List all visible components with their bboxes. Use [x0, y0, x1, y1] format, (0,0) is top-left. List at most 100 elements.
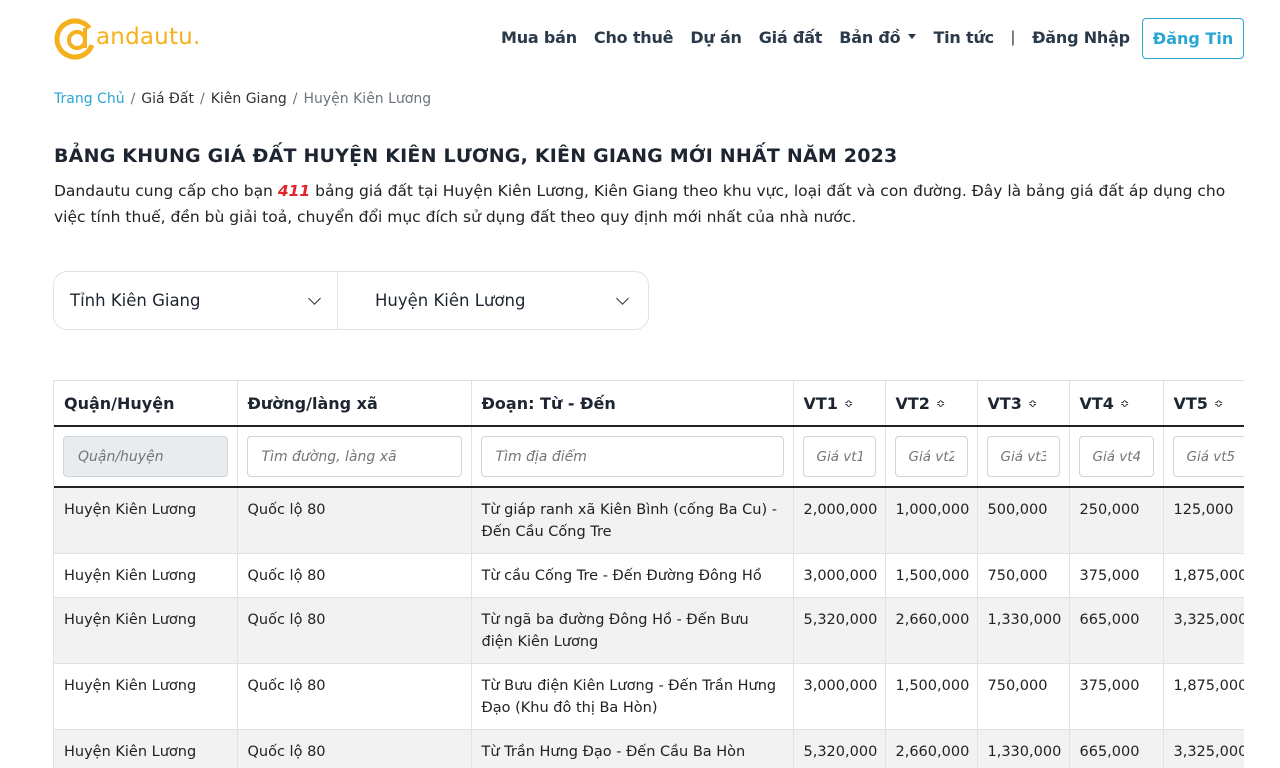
cell-vt2: 2,660,000 — [885, 597, 978, 664]
street-filter-input[interactable] — [246, 436, 462, 477]
intro-text: Dandautu cung cấp cho bạn 411 bảng giá đ… — [54, 178, 1234, 230]
cell-vt3: 750,000 — [977, 553, 1070, 598]
col-header-vt1-label: VT1 — [803, 394, 838, 413]
cell-vt2: 1,000,000 — [885, 487, 978, 554]
cell-vt2: 2,660,000 — [885, 729, 978, 768]
cell-vt1: 5,320,000 — [793, 729, 886, 768]
cell-vt3: 500,000 — [977, 487, 1070, 554]
vt4-filter-input[interactable] — [1078, 436, 1154, 477]
nav-ban-do-label: Bản đồ — [839, 28, 901, 47]
price-table: Quận/Huyện Đường/làng xã Đoạn: Từ - Đến … — [54, 381, 1244, 768]
price-table-container[interactable]: Quận/Huyện Đường/làng xã Đoạn: Từ - Đến … — [53, 380, 1244, 768]
filter-cell — [237, 426, 472, 488]
filter-cell — [1163, 426, 1244, 488]
cell-district: Huyện Kiên Lương — [54, 663, 238, 730]
breadcrumb-home[interactable]: Trang Chủ — [54, 91, 125, 107]
cell-vt3: 1,330,000 — [977, 729, 1070, 768]
table-body: Huyện Kiên Lương Quốc lộ 80 Từ giáp ranh x… — [54, 487, 1244, 768]
table-row[interactable]: Huyện Kiên Lương Quốc lộ 80 Từ giáp ranh x… — [54, 487, 1244, 554]
vt3-filter-input[interactable] — [986, 436, 1060, 477]
cell-segment: Từ ngã ba đường Đông Hồ - Đến Bưu điện K… — [471, 597, 794, 664]
table-row[interactable]: Huyện Kiên Lương Quốc lộ 80 Từ ngã ba đườn… — [54, 597, 1244, 664]
vt1-filter-input[interactable] — [802, 436, 876, 477]
cell-vt5: 3,325,000 — [1163, 597, 1244, 664]
cell-vt5: 1,875,000 — [1163, 663, 1244, 730]
sort-icon: ≎ — [1027, 397, 1038, 410]
nav-tin-tuc[interactable]: Tin tức — [933, 28, 994, 47]
district-select[interactable]: Huyện Kiên Lương — [338, 272, 648, 329]
cell-vt4: 375,000 — [1069, 553, 1164, 598]
col-header-vt2[interactable]: VT2 ≎ — [885, 381, 978, 427]
cell-vt4: 375,000 — [1069, 663, 1164, 730]
province-select[interactable]: Tỉnh Kiên Giang — [54, 272, 338, 329]
vt5-filter-input[interactable] — [1172, 436, 1244, 477]
cell-street: Quốc lộ 80 — [237, 553, 472, 598]
cell-vt4: 665,000 — [1069, 597, 1164, 664]
sort-icon: ≎ — [843, 397, 854, 410]
col-header-vt4[interactable]: VT4 ≎ — [1069, 381, 1164, 427]
table-filter-row — [54, 426, 1244, 488]
col-header-vt5-label: VT5 — [1173, 394, 1208, 413]
col-header-street: Đường/làng xã — [237, 381, 472, 427]
filter-cell — [471, 426, 794, 488]
caret-down-icon — [908, 34, 917, 39]
page-title: BẢNG KHUNG GIÁ ĐẤT HUYỆN KIÊN LƯƠNG, KIÊ… — [54, 145, 898, 167]
cell-vt2: 1,500,000 — [885, 663, 978, 730]
chevron-down-icon — [308, 292, 321, 305]
nav-ban-do[interactable]: Bản đồ — [839, 28, 917, 47]
cell-vt5: 1,875,000 — [1163, 553, 1244, 598]
chevron-down-icon — [616, 292, 629, 305]
district-select-value: Huyện Kiên Lương — [375, 291, 526, 310]
district-filter-input[interactable] — [63, 436, 228, 477]
post-listing-button[interactable]: Đăng Tin — [1142, 18, 1244, 59]
sort-icon: ≎ — [935, 397, 946, 410]
nav-mua-ban[interactable]: Mua bán — [501, 28, 577, 47]
cell-district: Huyện Kiên Lương — [54, 597, 238, 664]
cell-vt5: 125,000 — [1163, 487, 1244, 554]
col-header-vt5[interactable]: VT5 ≎ — [1163, 381, 1244, 427]
cell-vt4: 665,000 — [1069, 729, 1164, 768]
cell-segment: Từ Trần Hưng Đạo - Đến Cầu Ba Hòn — [471, 729, 794, 768]
cell-street: Quốc lộ 80 — [237, 663, 472, 730]
cell-vt1: 5,320,000 — [793, 597, 886, 664]
cell-vt3: 750,000 — [977, 663, 1070, 730]
cell-district: Huyện Kiên Lương — [54, 553, 238, 598]
cell-street: Quốc lộ 80 — [237, 487, 472, 554]
col-header-vt3[interactable]: VT3 ≎ — [977, 381, 1070, 427]
cell-district: Huyện Kiên Lương — [54, 729, 238, 768]
intro-prefix: Dandautu cung cấp cho bạn — [54, 182, 278, 200]
table-row[interactable]: Huyện Kiên Lương Quốc lộ 80 Từ Trần Hưng Đ… — [54, 729, 1244, 768]
cell-vt1: 2,000,000 — [793, 487, 886, 554]
table-row[interactable]: Huyện Kiên Lương Quốc lộ 80 Từ cầu Cống Tr… — [54, 553, 1244, 598]
logo-text: andautu. — [96, 24, 201, 50]
login-link[interactable]: Đăng Nhập — [1032, 28, 1130, 47]
nav-cho-thue[interactable]: Cho thuê — [594, 28, 674, 47]
cell-street: Quốc lộ 80 — [237, 729, 472, 768]
filter-cell — [885, 426, 978, 488]
vt2-filter-input[interactable] — [894, 436, 968, 477]
col-header-vt3-label: VT3 — [987, 394, 1022, 413]
cell-vt2: 1,500,000 — [885, 553, 978, 598]
filter-cell — [54, 426, 238, 488]
segment-filter-input[interactable] — [480, 436, 784, 477]
cell-segment: Từ Bưu điện Kiên Lương - Đến Trần Hưng Đ… — [471, 663, 794, 730]
filter-cell — [793, 426, 886, 488]
col-header-district: Quận/Huyện — [54, 381, 238, 427]
breadcrumb-separator: / — [130, 91, 136, 107]
cell-segment: Từ cầu Cống Tre - Đến Đường Đông Hồ — [471, 553, 794, 598]
main-nav: Mua bán Cho thuê Dự án Giá đất Bản đồ Ti… — [501, 28, 1147, 47]
nav-du-an[interactable]: Dự án — [690, 28, 742, 47]
table-row[interactable]: Huyện Kiên Lương Quốc lộ 80 Từ Bưu điện Ki… — [54, 663, 1244, 730]
breadcrumb-separator: / — [199, 91, 205, 107]
cell-vt1: 3,000,000 — [793, 663, 886, 730]
col-header-vt4-label: VT4 — [1079, 394, 1114, 413]
nav-separator: | — [1010, 28, 1016, 46]
breadcrumb-gia-dat[interactable]: Giá Đất — [141, 91, 194, 107]
site-logo[interactable]: andautu. — [54, 14, 200, 64]
listing-count: 411 — [277, 182, 311, 200]
nav-gia-dat[interactable]: Giá đất — [759, 28, 823, 47]
filter-cell — [1069, 426, 1164, 488]
breadcrumb-kien-giang[interactable]: Kiên Giang — [211, 91, 287, 107]
col-header-vt1[interactable]: VT1 ≎ — [793, 381, 886, 427]
sort-icon: ≎ — [1119, 397, 1130, 410]
